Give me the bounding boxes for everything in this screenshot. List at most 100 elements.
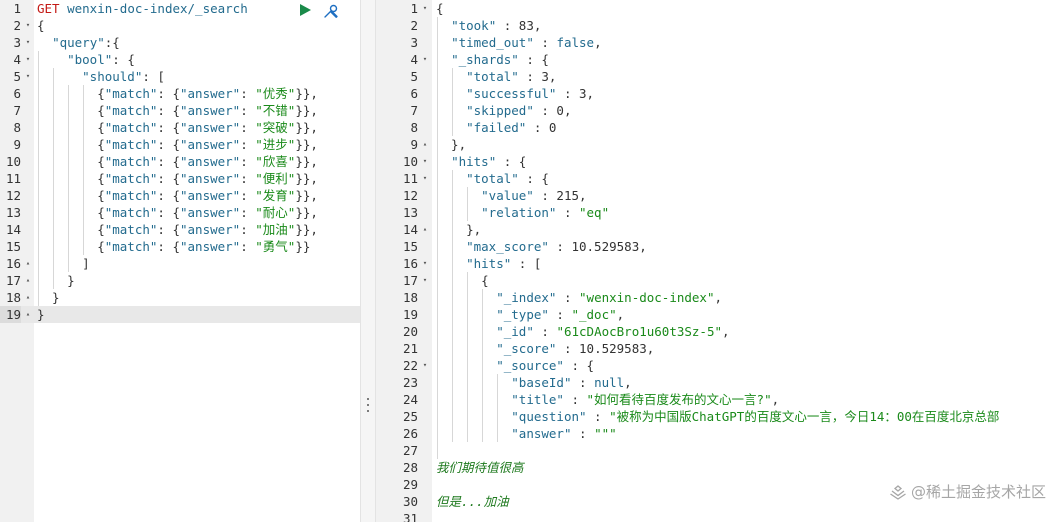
request-line[interactable]: 17 ▴ } xyxy=(0,272,360,289)
request-line[interactable]: 2 ▾ { xyxy=(0,17,360,34)
run-request-button[interactable] xyxy=(298,3,312,17)
request-line[interactable]: 12 {"match": {"answer": "发育"}}, xyxy=(0,187,360,204)
code-text[interactable]: {"match": {"answer": "进步"}}, xyxy=(37,136,318,153)
code-text[interactable]: "_type" : "_doc", xyxy=(436,306,624,323)
code-text[interactable]: "value" : 215, xyxy=(436,187,586,204)
response-line[interactable]: 26 "answer" : """ xyxy=(376,425,1064,442)
code-text[interactable]: 但是...加油 xyxy=(436,493,509,510)
code-text[interactable]: {"match": {"answer": "便利"}}, xyxy=(37,170,318,187)
fold-toggle-collapse-icon[interactable]: ▾ xyxy=(421,357,429,374)
response-line[interactable]: 21 "_score" : 10.529583, xyxy=(376,340,1064,357)
response-line[interactable]: 25 "question" : "被称为中国版ChatGPT的百度文心一言，今日… xyxy=(376,408,1064,425)
request-settings-button[interactable] xyxy=(322,2,340,20)
fold-toggle-expand-icon[interactable]: ▴ xyxy=(24,272,32,289)
fold-toggle-expand-icon[interactable]: ▴ xyxy=(24,255,32,272)
code-text[interactable]: "_index" : "wenxin-doc-index", xyxy=(436,289,722,306)
code-text[interactable]: GET wenxin-doc-index/_search xyxy=(37,0,248,17)
response-line[interactable]: 19 "_type" : "_doc", xyxy=(376,306,1064,323)
response-line[interactable]: 15 "max_score" : 10.529583, xyxy=(376,238,1064,255)
code-text[interactable]: { xyxy=(436,272,489,289)
response-line[interactable]: 31 xyxy=(376,510,1064,522)
code-text[interactable]: "successful" : 3, xyxy=(436,85,594,102)
request-line[interactable]: 11 {"match": {"answer": "便利"}}, xyxy=(0,170,360,187)
fold-toggle-collapse-icon[interactable]: ▾ xyxy=(421,0,429,17)
code-text[interactable]: } xyxy=(37,272,75,289)
code-text[interactable]: { xyxy=(436,0,444,17)
response-line[interactable]: 23 "baseId" : null, xyxy=(376,374,1064,391)
request-line[interactable]: 18 ▴ } xyxy=(0,289,360,306)
request-line[interactable]: 14 {"match": {"answer": "加油"}}, xyxy=(0,221,360,238)
code-text[interactable]: "skipped" : 0, xyxy=(436,102,571,119)
request-line[interactable]: 19 ▴} xyxy=(0,306,360,323)
response-line[interactable]: 22 ▾ "_source" : { xyxy=(376,357,1064,374)
code-text[interactable]: "_shards" : { xyxy=(436,51,549,68)
code-text[interactable]: "baseId" : null, xyxy=(436,374,631,391)
request-line[interactable]: 15 {"match": {"answer": "勇气"}} xyxy=(0,238,360,255)
fold-toggle-collapse-icon[interactable]: ▾ xyxy=(421,153,429,170)
response-line[interactable]: 16 ▾ "hits" : [ xyxy=(376,255,1064,272)
response-line[interactable]: 13 "relation" : "eq" xyxy=(376,204,1064,221)
response-line[interactable]: 27 xyxy=(376,442,1064,459)
code-text[interactable]: "failed" : 0 xyxy=(436,119,556,136)
fold-toggle-collapse-icon[interactable]: ▾ xyxy=(421,51,429,68)
fold-toggle-collapse-icon[interactable]: ▾ xyxy=(24,51,32,68)
request-line[interactable]: 5 ▾ "should": [ xyxy=(0,68,360,85)
fold-toggle-collapse-icon[interactable]: ▾ xyxy=(24,17,32,34)
request-line[interactable]: 16 ▴ ] xyxy=(0,255,360,272)
code-text[interactable]: } xyxy=(37,289,60,306)
fold-toggle-expand-icon[interactable]: ▴ xyxy=(421,221,429,238)
code-text[interactable]: "answer" : """ xyxy=(436,425,616,442)
code-text[interactable]: { xyxy=(37,17,45,34)
request-line[interactable]: 8 {"match": {"answer": "突破"}}, xyxy=(0,119,360,136)
code-text[interactable]: "timed_out" : false, xyxy=(436,34,602,51)
fold-toggle-collapse-icon[interactable]: ▾ xyxy=(24,34,32,51)
fold-toggle-collapse-icon[interactable]: ▾ xyxy=(421,255,429,272)
request-line[interactable]: 10 {"match": {"answer": "欣喜"}}, xyxy=(0,153,360,170)
response-line[interactable]: 8 "failed" : 0 xyxy=(376,119,1064,136)
fold-toggle-expand-icon[interactable]: ▴ xyxy=(421,136,429,153)
response-line[interactable]: 12 "value" : 215, xyxy=(376,187,1064,204)
response-line[interactable]: 5 "total" : 3, xyxy=(376,68,1064,85)
request-line[interactable]: 4 ▾ "bool": { xyxy=(0,51,360,68)
code-text[interactable]: }, xyxy=(436,221,481,238)
response-line[interactable]: 2 "took" : 83, xyxy=(376,17,1064,34)
code-text[interactable]: {"match": {"answer": "耐心"}}, xyxy=(37,204,318,221)
request-editor[interactable]: 1 GET wenxin-doc-index/_search 2 ▾{3 ▾ "quer… xyxy=(0,0,360,522)
drag-handle-icon[interactable] xyxy=(367,398,369,412)
request-line[interactable]: 13 {"match": {"answer": "耐心"}}, xyxy=(0,204,360,221)
request-line[interactable]: 9 {"match": {"answer": "进步"}}, xyxy=(0,136,360,153)
response-line[interactable]: 28 我们期待值很高 xyxy=(376,459,1064,476)
code-text[interactable]: "max_score" : 10.529583, xyxy=(436,238,647,255)
response-line[interactable]: 10 ▾ "hits" : { xyxy=(376,153,1064,170)
response-line[interactable]: 14 ▴ }, xyxy=(376,221,1064,238)
code-text[interactable]: "total" : 3, xyxy=(436,68,556,85)
code-text[interactable]: "title" : "如何看待百度发布的文心一言?", xyxy=(436,391,779,408)
code-text[interactable]: {"match": {"answer": "加油"}}, xyxy=(37,221,318,238)
code-text[interactable]: 我们期待值很高 xyxy=(436,459,524,476)
code-text[interactable]: "hits" : { xyxy=(436,153,526,170)
request-line[interactable]: 3 ▾ "query":{ xyxy=(0,34,360,51)
response-line[interactable]: 24 "title" : "如何看待百度发布的文心一言?", xyxy=(376,391,1064,408)
code-text[interactable]: "_source" : { xyxy=(436,357,594,374)
fold-toggle-collapse-icon[interactable]: ▾ xyxy=(421,272,429,289)
code-text[interactable]: "bool": { xyxy=(37,51,135,68)
request-line[interactable]: 7 {"match": {"answer": "不错"}}, xyxy=(0,102,360,119)
response-viewer[interactable]: 1 ▾{2 "took" : 83, 3 "timed_out" : false, 4… xyxy=(376,0,1064,522)
response-line[interactable]: 1 ▾ { xyxy=(376,0,1064,17)
fold-toggle-collapse-icon[interactable]: ▾ xyxy=(24,68,32,85)
response-line[interactable]: 11 ▾ "total" : { xyxy=(376,170,1064,187)
response-line[interactable]: 6 "successful" : 3, xyxy=(376,85,1064,102)
code-text[interactable]: {"match": {"answer": "不错"}}, xyxy=(37,102,318,119)
code-text[interactable]: }, xyxy=(436,136,466,153)
code-text[interactable]: {"match": {"answer": "勇气"}} xyxy=(37,238,310,255)
code-text[interactable]: "question" : "被称为中国版ChatGPT的百度文心一言，今日14：… xyxy=(436,408,999,425)
code-text[interactable]: "relation" : "eq" xyxy=(436,204,609,221)
response-line[interactable]: 3 "timed_out" : false, xyxy=(376,34,1064,51)
code-text[interactable]: {"match": {"answer": "欣喜"}}, xyxy=(37,153,318,170)
fold-toggle-expand-icon[interactable]: ▴ xyxy=(24,289,32,306)
response-line[interactable]: 18 "_index" : "wenxin-doc-index", xyxy=(376,289,1064,306)
response-line[interactable]: 7 "skipped" : 0, xyxy=(376,102,1064,119)
fold-toggle-expand-icon[interactable]: ▴ xyxy=(24,306,32,323)
fold-toggle-collapse-icon[interactable]: ▾ xyxy=(421,170,429,187)
code-text[interactable]: ] xyxy=(37,255,90,272)
